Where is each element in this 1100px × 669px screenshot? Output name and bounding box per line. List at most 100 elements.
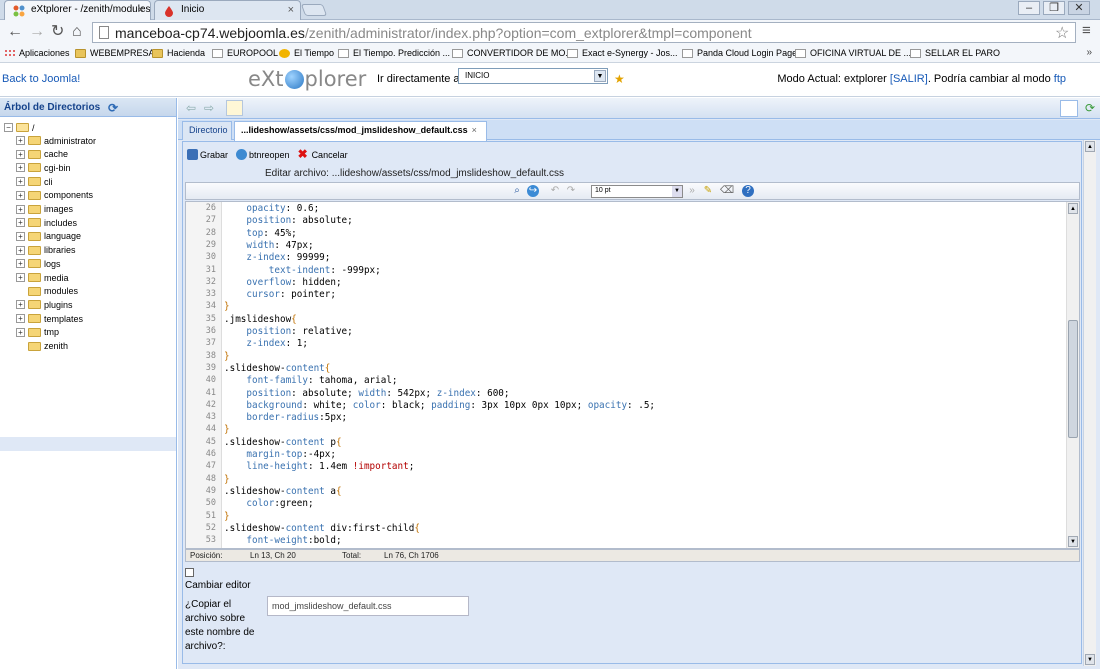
bookmark-item[interactable]: Panda Cloud Login Page bbox=[682, 48, 797, 58]
tree-node-plugins[interactable]: + plugins bbox=[16, 298, 73, 311]
collapse-icon[interactable]: − bbox=[4, 123, 13, 132]
scroll-up-icon[interactable]: ▲ bbox=[1068, 203, 1078, 214]
change-editor-checkbox[interactable] bbox=[185, 568, 194, 577]
expand-icon[interactable]: + bbox=[16, 300, 25, 310]
bookmark-item[interactable]: WEBEMPRESA bbox=[75, 48, 155, 58]
page-icon bbox=[567, 48, 578, 58]
bookmark-item[interactable]: Hacienda bbox=[152, 48, 205, 58]
bookmark-item[interactable]: EUROPOOL bbox=[212, 48, 278, 58]
copy-filename-input[interactable]: mod_jmslideshow_default.css bbox=[267, 596, 469, 616]
tree-node-templates[interactable]: + templates bbox=[16, 312, 83, 325]
close-tab-icon[interactable]: × bbox=[138, 4, 144, 16]
bookmark-item[interactable]: SELLAR EL PARO bbox=[910, 48, 1000, 58]
tree-node-cgi-bin[interactable]: + cgi-bin bbox=[16, 161, 71, 174]
expand-icon[interactable]: + bbox=[16, 259, 25, 269]
toggle-editor-icon[interactable]: ⌫ bbox=[720, 185, 734, 197]
logout-link[interactable]: [SALIR] bbox=[890, 73, 928, 85]
tree-node-zenith[interactable]: zenith bbox=[16, 340, 68, 353]
save-icon bbox=[187, 149, 198, 160]
scroll-thumb[interactable] bbox=[1068, 320, 1078, 438]
directory-tree-panel: Árbol de Directorios ⟳ − / + administrator +… bbox=[0, 98, 177, 669]
expand-icon[interactable]: + bbox=[16, 190, 25, 200]
browser-tab-extplorer[interactable]: eXtplorer - /zenith/modules/r × bbox=[4, 0, 151, 20]
refresh-tree-icon[interactable]: ⟳ bbox=[108, 101, 118, 115]
close-tab-icon[interactable]: × bbox=[472, 125, 477, 135]
tree-node-images[interactable]: + images bbox=[16, 203, 73, 216]
tree-node-language[interactable]: + language bbox=[16, 230, 81, 243]
reset-highlight-icon[interactable]: ✎ bbox=[702, 185, 714, 197]
nav-forward-icon[interactable]: ⇨ bbox=[204, 101, 214, 115]
bookmark-item[interactable]: Aplicaciones bbox=[4, 48, 70, 58]
tree-node-root[interactable]: − / bbox=[4, 121, 35, 134]
close-window-button[interactable]: ✕ bbox=[1068, 1, 1090, 15]
bookmark-item[interactable]: OFICINA VIRTUAL DE ... bbox=[795, 48, 911, 58]
tree-node-logs[interactable]: + logs bbox=[16, 257, 61, 270]
reopen-button[interactable]: btnreopen bbox=[236, 146, 290, 163]
undo-icon[interactable]: ↶ bbox=[549, 185, 561, 197]
save-button[interactable]: Grabar bbox=[187, 146, 228, 163]
minimize-button[interactable]: – bbox=[1018, 1, 1040, 15]
tree-node-includes[interactable]: + includes bbox=[16, 216, 77, 229]
bookmark-item[interactable]: El Tiempo. Predicción ... bbox=[338, 48, 450, 58]
reload-icon[interactable]: ↻ bbox=[51, 23, 64, 41]
more-bookmarks-button[interactable]: » bbox=[1086, 47, 1092, 58]
filter-box[interactable] bbox=[1060, 100, 1078, 117]
menu-icon[interactable]: ≡ bbox=[1082, 22, 1091, 39]
reload-icon[interactable]: ⟳ bbox=[1085, 101, 1095, 115]
expand-icon[interactable]: + bbox=[16, 273, 25, 282]
expand-icon[interactable]: + bbox=[16, 177, 25, 187]
help-icon[interactable]: ? bbox=[742, 185, 754, 197]
bookmark-star-icon[interactable]: ☆ bbox=[1055, 23, 1069, 43]
expand-icon[interactable]: + bbox=[16, 314, 25, 324]
new-tab-button[interactable] bbox=[300, 4, 328, 16]
expand-icon[interactable]: + bbox=[16, 327, 25, 337]
panel-scrollbar[interactable]: ▲ ▼ bbox=[1083, 140, 1096, 666]
tree-node-administrator[interactable]: + administrator bbox=[16, 134, 96, 147]
scroll-down-icon[interactable]: ▼ bbox=[1068, 536, 1078, 547]
cancel-button[interactable]: ✖ Cancelar bbox=[298, 146, 348, 163]
bookmark-item[interactable]: El Tiempo bbox=[279, 48, 334, 58]
bookmark-item[interactable]: Exact e-Synergy - Jos... bbox=[567, 48, 678, 58]
forward-arrow-icon[interactable]: → bbox=[29, 23, 45, 41]
home-icon[interactable]: ⌂ bbox=[72, 23, 82, 41]
tree-node-media[interactable]: + media bbox=[16, 271, 69, 284]
font-size-select[interactable]: 10 pt ▼ bbox=[591, 185, 683, 198]
code-editor[interactable]: 26 27 28 29 30 31 32 33 34 35 36 37 38 39 40 41 42 43 44 45… bbox=[185, 201, 1080, 549]
expand-icon[interactable]: + bbox=[16, 136, 25, 145]
tree-node-libraries[interactable]: + libraries bbox=[16, 244, 76, 257]
expand-icon[interactable]: + bbox=[16, 163, 25, 173]
expand-icon[interactable]: + bbox=[16, 218, 25, 228]
search-icon[interactable]: ⌕ bbox=[511, 185, 523, 197]
tree-node-components[interactable]: + components bbox=[16, 189, 93, 202]
scroll-up-icon[interactable]: ▲ bbox=[1085, 141, 1095, 152]
expand-icon[interactable]: + bbox=[16, 204, 25, 214]
tree-node-label: images bbox=[44, 204, 74, 214]
goto-select[interactable]: INICIO ▼ bbox=[458, 68, 608, 84]
bookmark-item[interactable]: CONVERTIDOR DE MO... bbox=[452, 48, 573, 58]
tree-node-modules[interactable]: modules bbox=[16, 285, 78, 298]
scroll-down-icon[interactable]: ▼ bbox=[1085, 654, 1095, 665]
back-arrow-icon[interactable]: ← bbox=[7, 23, 23, 41]
back-to-joomla-link[interactable]: Back to Joomla! bbox=[2, 73, 80, 85]
expand-icon[interactable]: + bbox=[16, 149, 25, 159]
address-bar[interactable]: manceboa-cp74.webjoomla.es/zenith/admini… bbox=[92, 22, 1076, 43]
tree-node-cache[interactable]: + cache bbox=[16, 148, 68, 161]
tab-css-file[interactable]: ...lideshow/assets/css/mod_jmslideshow_d… bbox=[234, 121, 487, 141]
highlight-icon[interactable]: » bbox=[686, 185, 698, 197]
expand-icon[interactable]: + bbox=[16, 245, 25, 255]
folder-icon bbox=[28, 245, 41, 255]
goto-line-icon[interactable]: ↪ bbox=[527, 185, 539, 197]
close-tab-icon[interactable]: × bbox=[288, 4, 294, 16]
new-folder-icon[interactable] bbox=[226, 100, 243, 116]
expand-icon[interactable]: + bbox=[16, 231, 25, 241]
ftp-mode-link[interactable]: ftp bbox=[1054, 73, 1066, 85]
nav-back-icon[interactable]: ⇦ bbox=[186, 101, 196, 115]
code-scrollbar[interactable]: ▲ ▼ bbox=[1066, 202, 1079, 548]
restore-button[interactable]: ❐ bbox=[1043, 1, 1065, 15]
tree-node-cli[interactable]: + cli bbox=[16, 175, 53, 188]
favorite-star-icon[interactable]: ★ bbox=[614, 72, 625, 86]
browser-tab-inicio[interactable]: Inicio × bbox=[154, 0, 301, 20]
tree-node-tmp[interactable]: + tmp bbox=[16, 326, 59, 339]
tab-directorio[interactable]: Directorio bbox=[182, 121, 232, 140]
redo-icon[interactable]: ↷ bbox=[565, 185, 577, 197]
